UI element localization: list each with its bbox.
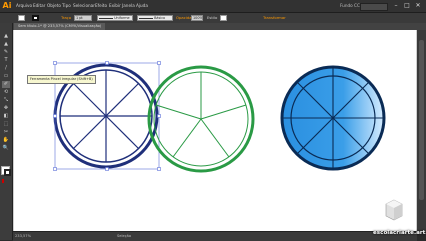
pencil-tool-icon[interactable]: ⟲ [2,89,10,96]
hand-tool-icon[interactable]: ✋ [2,137,10,144]
maximize-button[interactable]: □ [403,2,411,9]
brush-label: Básico [154,16,166,20]
style-label: Estilo [207,15,218,20]
uniform-label: Uniforme [114,16,130,20]
type-tool-icon[interactable]: T [2,57,10,64]
app-logo: Ai [2,1,12,10]
close-button[interactable]: ✕ [414,2,422,9]
vertical-scroll-thumb[interactable] [419,40,424,200]
menu-exibir[interactable]: Exibir [109,2,121,10]
fill-color-swatch[interactable] [18,15,25,21]
variable-width-field[interactable]: Uniforme [97,15,133,21]
stroke-label[interactable]: Traço [61,14,71,22]
brush-definition-field[interactable]: Básico [137,15,173,21]
blob-brush-tool-icon[interactable]: ✐ [2,81,10,88]
wheel-green[interactable] [147,65,255,173]
menu-arquivo[interactable]: Arquivo [16,2,32,10]
direct-selection-tool-icon[interactable]: ▲ [2,41,10,48]
zoom-tool-icon[interactable]: 🔍 [2,145,10,152]
stroke-color-swatch[interactable] [32,15,39,21]
stroke-weight-field[interactable]: 1 pt [74,15,92,21]
watermark-logo-icon [385,199,403,221]
artboard[interactable] [14,30,416,231]
search-input[interactable] [360,3,388,11]
style-swatch[interactable] [220,15,227,21]
transform-link[interactable]: Transformar [263,14,286,22]
pen-tool-icon[interactable]: ✎ [2,49,10,56]
menu-objeto[interactable]: Objeto [47,2,61,10]
menu-janela[interactable]: Janela [122,2,135,10]
document-title: Sem título-1* @ 233,57% (CMYK/Visualizaç… [18,24,102,28]
menu-bar: Ai Arquivo Editar Objeto Tipo Selecionar… [0,0,426,13]
artwork-svg [53,61,386,173]
free-transform-tool-icon[interactable]: ◧ [2,113,10,120]
menu-editar[interactable]: Editar [33,2,45,10]
rotate-tool-icon[interactable]: ⤡ [2,97,10,104]
rectangle-tool-icon[interactable]: ▭ [2,73,10,80]
line-tool-icon[interactable]: / [2,65,10,72]
tool-tooltip: Ferramenta Pincel irregular (Shift+B) [27,75,96,84]
minimize-button[interactable]: – [392,2,400,9]
watermark-text: escolacriarte.art.br [373,230,426,236]
wheel-blue-gradient[interactable] [280,65,386,171]
stroke-swatch[interactable] [4,169,11,176]
shape-builder-tool-icon[interactable]: ⬚ [2,121,10,128]
scissors-tool-icon[interactable]: ✂ [2,129,10,136]
zoom-level[interactable]: 233,57% [15,233,31,240]
scale-tool-icon[interactable]: ✥ [2,105,10,112]
none-color-icon[interactable] [2,179,4,183]
workspace-switcher[interactable]: Fundo CC [340,2,360,10]
tools-panel: ▲ ▲ ✎ T / ▭ ✐ ⟲ ⤡ ✥ ◧ ⬚ ✂ ✋ 🔍 [0,23,13,240]
menu-efeito[interactable]: Efeito [95,2,107,10]
menu-selecionar[interactable]: Selecionar [73,2,95,10]
opacity-field[interactable]: 100% [191,15,203,21]
status-tool-name: Seleção [117,234,132,238]
selection-tool-icon[interactable]: ▲ [2,33,10,40]
document-tab[interactable]: Sem título-1* @ 233,57% (CMYK/Visualizaç… [14,23,106,30]
menu-tipo[interactable]: Tipo [62,2,71,10]
menu-ajuda[interactable]: Ajuda [136,2,148,10]
